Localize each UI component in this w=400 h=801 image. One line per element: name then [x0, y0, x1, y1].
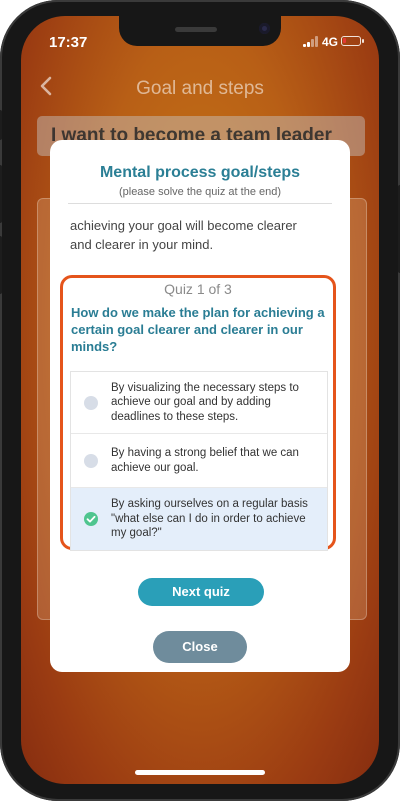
volume-up-button	[0, 165, 2, 223]
page-title: Goal and steps	[136, 78, 264, 99]
notch	[119, 16, 281, 46]
answer-options: By visualizing the necessary steps to ac…	[70, 371, 328, 551]
option-text: By visualizing the necessary steps to ac…	[111, 381, 299, 423]
camera-icon	[259, 23, 270, 34]
screen: 17:37 4G Goal and steps I want to become…	[21, 16, 379, 784]
close-button[interactable]: Close	[153, 631, 247, 663]
status-time: 17:37	[49, 34, 88, 51]
volume-down-button	[0, 236, 2, 294]
quiz-counter: Quiz 1 of 3	[164, 281, 232, 297]
intro-text: achieving your goal will become clearer …	[70, 216, 332, 254]
modal-title: Mental process goal/steps	[99, 164, 301, 181]
radio-icon[interactable]	[84, 453, 98, 468]
speaker-grille	[175, 27, 217, 32]
quiz-question: How do we make the plan for achieving a …	[71, 305, 325, 354]
next-quiz-button[interactable]: Next quiz	[138, 578, 264, 606]
signal-icon	[303, 36, 318, 47]
modal-subtitle: (please solve the quiz at the end)	[118, 186, 282, 198]
option-text: By asking ourselves on a regular basis "…	[111, 498, 308, 540]
quiz-modal: Mental process goal/steps (please solve …	[50, 140, 350, 672]
network-type: 4G	[322, 35, 339, 49]
phone-frame: 17:37 4G Goal and steps I want to become…	[0, 0, 400, 801]
option-text: By having a strong belief that we can ac…	[111, 447, 299, 474]
mute-switch	[0, 110, 2, 140]
answer-option-2[interactable]: By having a strong belief that we can ac…	[71, 434, 327, 488]
radio-checked-icon[interactable]	[84, 512, 98, 526]
quiz-box: Quiz 1 of 3 How do we make the plan for …	[60, 275, 336, 551]
scroll-clip	[50, 204, 350, 216]
intro-line: achieving your goal will become clearer	[70, 218, 297, 233]
answer-option-1[interactable]: By visualizing the necessary steps to ac…	[71, 372, 327, 434]
answer-option-3[interactable]: By asking ourselves on a regular basis "…	[71, 488, 327, 550]
checkmark-icon	[86, 515, 96, 523]
battery-icon	[341, 36, 364, 46]
radio-icon[interactable]	[84, 395, 98, 410]
intro-line: and clearer in your mind.	[70, 237, 214, 252]
home-indicator[interactable]	[135, 770, 265, 775]
